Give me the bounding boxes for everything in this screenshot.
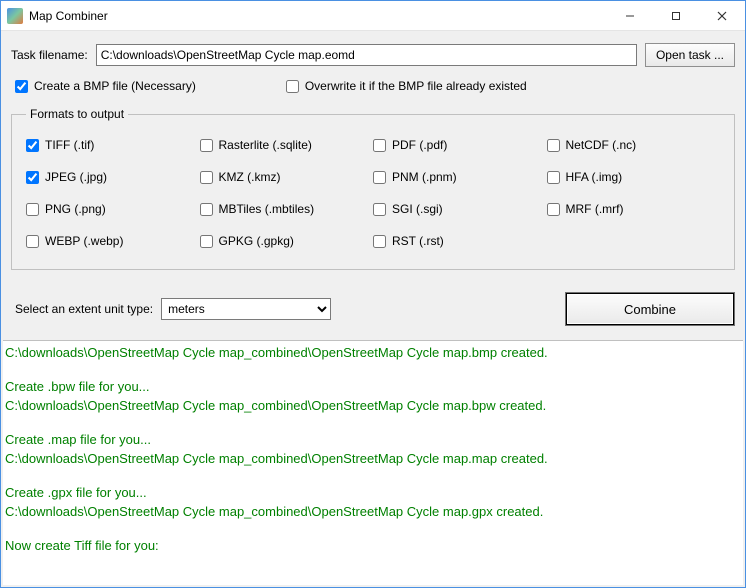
format-label: TIFF (.tif): [45, 138, 94, 152]
format-checkbox[interactable]: GPKG (.gpkg): [200, 234, 374, 248]
format-box[interactable]: [373, 203, 386, 216]
log-line: Create .gpx file for you...: [5, 483, 741, 503]
format-label: Rasterlite (.sqlite): [219, 138, 312, 152]
format-box[interactable]: [547, 171, 560, 184]
format-label: PDF (.pdf): [392, 138, 447, 152]
task-filename-label: Task filename:: [11, 48, 88, 62]
format-label: WEBP (.webp): [45, 234, 123, 248]
app-icon: [7, 8, 23, 24]
close-button[interactable]: [699, 1, 745, 30]
format-checkbox[interactable]: PDF (.pdf): [373, 138, 547, 152]
log-line: C:\downloads\OpenStreetMap Cycle map_com…: [5, 502, 741, 522]
format-label: JPEG (.jpg): [45, 170, 107, 184]
format-checkbox[interactable]: Rasterlite (.sqlite): [200, 138, 374, 152]
client-area: Task filename: Open task ... Create a BM…: [1, 31, 745, 587]
minimize-button[interactable]: [607, 1, 653, 30]
format-checkbox[interactable]: PNG (.png): [26, 202, 200, 216]
formats-grid: TIFF (.tif) Rasterlite (.sqlite) PDF (.pdf…: [26, 131, 720, 255]
format-box[interactable]: [547, 139, 560, 152]
task-filename-input[interactable]: [96, 44, 637, 66]
format-label: KMZ (.kmz): [219, 170, 281, 184]
format-box[interactable]: [26, 139, 39, 152]
format-box[interactable]: [26, 171, 39, 184]
overwrite-checkbox[interactable]: Overwrite it if the BMP file already exi…: [286, 79, 527, 93]
minimize-icon: [625, 11, 635, 21]
create-bmp-box[interactable]: [15, 80, 28, 93]
window-title: Map Combiner: [29, 9, 607, 23]
log-line: Create .bpw file for you...: [5, 377, 741, 397]
extent-label: Select an extent unit type:: [15, 302, 153, 316]
extent-select[interactable]: meters: [161, 298, 331, 320]
format-box[interactable]: [373, 139, 386, 152]
format-box[interactable]: [200, 235, 213, 248]
format-checkbox[interactable]: MBTiles (.mbtiles): [200, 202, 374, 216]
format-checkbox[interactable]: SGI (.sgi): [373, 202, 547, 216]
format-label: MBTiles (.mbtiles): [219, 202, 315, 216]
log-line: [5, 469, 741, 483]
extent-row: Select an extent unit type: meters Combi…: [1, 276, 745, 340]
combine-button[interactable]: Combine: [565, 292, 735, 326]
overwrite-box[interactable]: [286, 80, 299, 93]
create-bmp-label: Create a BMP file (Necessary): [34, 79, 196, 93]
format-box[interactable]: [200, 139, 213, 152]
format-label: SGI (.sgi): [392, 202, 443, 216]
format-label: MRF (.mrf): [566, 202, 624, 216]
format-label: RST (.rst): [392, 234, 444, 248]
format-box[interactable]: [200, 203, 213, 216]
format-checkbox[interactable]: KMZ (.kmz): [200, 170, 374, 184]
format-label: NetCDF (.nc): [566, 138, 637, 152]
format-label: PNM (.pnm): [392, 170, 457, 184]
close-icon: [717, 11, 727, 21]
log-line: C:\downloads\OpenStreetMap Cycle map_com…: [5, 396, 741, 416]
overwrite-label: Overwrite it if the BMP file already exi…: [305, 79, 527, 93]
window-buttons: [607, 1, 745, 30]
format-label: GPKG (.gpkg): [219, 234, 294, 248]
format-box[interactable]: [200, 171, 213, 184]
format-checkbox[interactable]: PNM (.pnm): [373, 170, 547, 184]
log-line: [5, 416, 741, 430]
log-line: C:\downloads\OpenStreetMap Cycle map_com…: [5, 449, 741, 469]
format-box[interactable]: [373, 171, 386, 184]
format-label: PNG (.png): [45, 202, 106, 216]
log-line: C:\downloads\OpenStreetMap Cycle map_com…: [5, 343, 741, 363]
log-line: [5, 522, 741, 536]
format-checkbox[interactable]: RST (.rst): [373, 234, 547, 248]
formats-legend: Formats to output: [26, 107, 128, 121]
format-box[interactable]: [547, 203, 560, 216]
format-box[interactable]: [26, 235, 39, 248]
format-checkbox[interactable]: JPEG (.jpg): [26, 170, 200, 184]
open-task-button[interactable]: Open task ...: [645, 43, 735, 67]
format-checkbox[interactable]: NetCDF (.nc): [547, 138, 721, 152]
format-checkbox[interactable]: TIFF (.tif): [26, 138, 200, 152]
format-checkbox[interactable]: HFA (.img): [547, 170, 721, 184]
format-checkbox[interactable]: WEBP (.webp): [26, 234, 200, 248]
app-window: Map Combiner Task filename: Open task ..…: [0, 0, 746, 588]
titlebar: Map Combiner: [1, 1, 745, 31]
log-output[interactable]: C:\downloads\OpenStreetMap Cycle map_com…: [3, 340, 743, 585]
formats-fieldset: Formats to output TIFF (.tif) Rasterlite …: [11, 107, 735, 270]
create-bmp-checkbox[interactable]: Create a BMP file (Necessary): [15, 79, 196, 93]
format-box[interactable]: [26, 203, 39, 216]
maximize-button[interactable]: [653, 1, 699, 30]
log-line: Now create Tiff file for you:: [5, 536, 741, 556]
format-label: HFA (.img): [566, 170, 623, 184]
bmp-options-row: Create a BMP file (Necessary) Overwrite …: [1, 77, 745, 103]
spacer: [226, 79, 256, 93]
log-line: [5, 363, 741, 377]
format-checkbox[interactable]: MRF (.mrf): [547, 202, 721, 216]
maximize-icon: [671, 11, 681, 21]
task-row: Task filename: Open task ...: [1, 31, 745, 77]
format-box[interactable]: [373, 235, 386, 248]
log-line: Create .map file for you...: [5, 430, 741, 450]
